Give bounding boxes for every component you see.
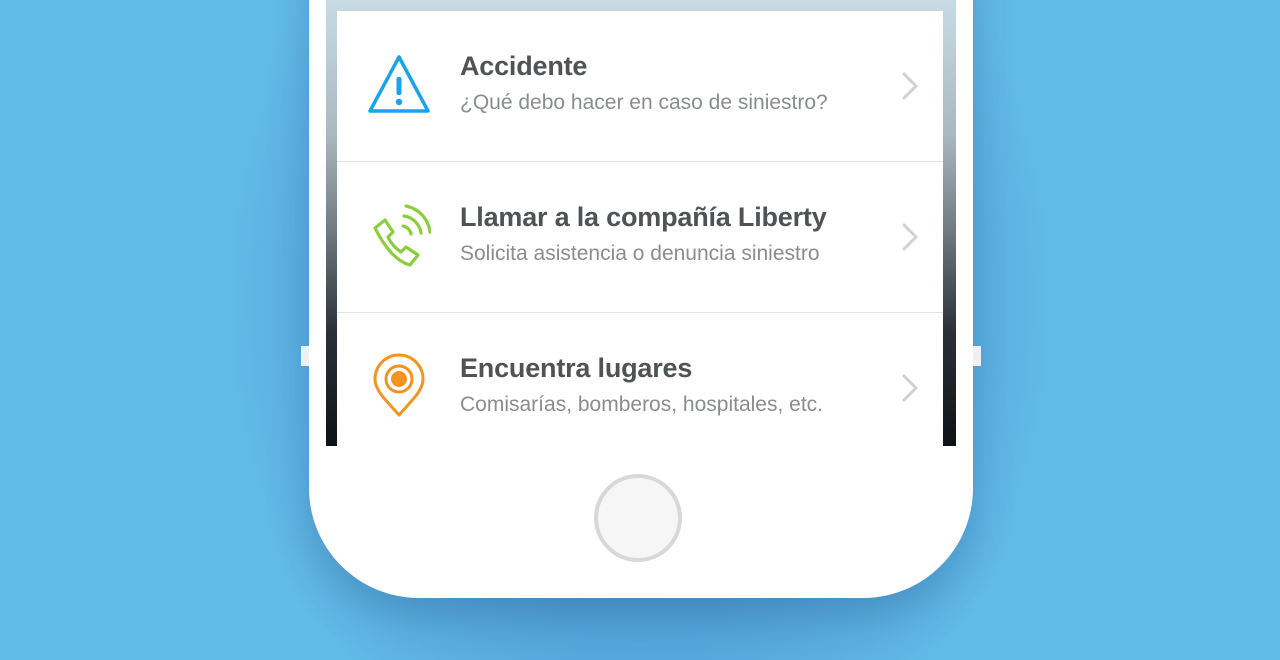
- phone-side-button-right: [973, 346, 981, 366]
- phone-side-button-left: [301, 346, 309, 366]
- menu-item-llamar[interactable]: Llamar a la compañía Liberty Solicita as…: [337, 162, 943, 313]
- phone-screen: Accidente ¿Qué debo hacer en caso de sin…: [326, 0, 956, 446]
- warning-triangle-icon: [368, 55, 430, 113]
- menu-item-title: Accidente: [460, 51, 588, 81]
- menu-item-title: Llamar a la compañía Liberty: [460, 202, 827, 232]
- chevron-right-icon: [902, 223, 918, 251]
- home-button[interactable]: [594, 474, 682, 562]
- menu-item-encuentra-lugares[interactable]: Encuentra lugares Comisarías, bomberos, …: [337, 313, 943, 446]
- menu-item-subtitle: Solicita asistencia o denuncia siniestro: [460, 242, 820, 265]
- phone-frame: Accidente ¿Qué debo hacer en caso de sin…: [301, 0, 981, 598]
- location-pin-icon: [373, 353, 425, 417]
- phone-call-icon: [373, 204, 431, 267]
- menu-item-title: Encuentra lugares: [460, 353, 693, 383]
- chevron-right-icon: [902, 374, 918, 402]
- menu-item-accidente[interactable]: Accidente ¿Qué debo hacer en caso de sin…: [337, 11, 943, 162]
- chevron-right-icon: [902, 72, 918, 100]
- menu-item-subtitle: Comisarías, bomberos, hospitales, etc.: [460, 393, 823, 416]
- menu-list: Accidente ¿Qué debo hacer en caso de sin…: [337, 11, 943, 446]
- menu-item-subtitle: ¿Qué debo hacer en caso de siniestro?: [460, 91, 828, 114]
